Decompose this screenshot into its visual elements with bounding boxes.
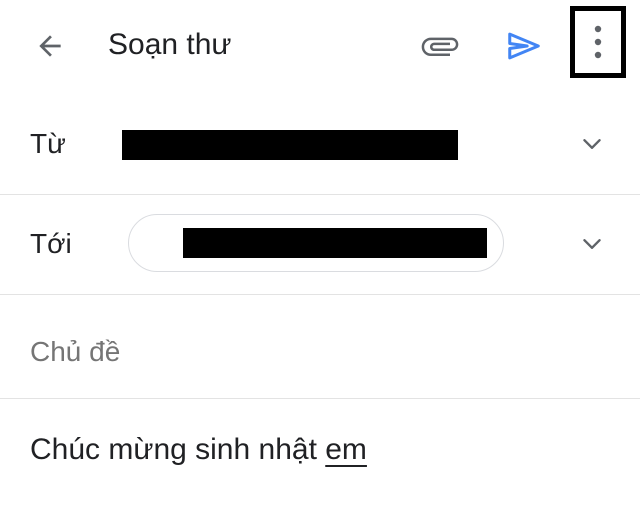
send-button[interactable]: [498, 22, 550, 70]
subject-input[interactable]: [30, 332, 590, 372]
send-icon: [508, 32, 540, 60]
app-bar: Soạn thư: [0, 0, 640, 92]
page-title: Soạn thư: [108, 28, 232, 61]
from-expand-button[interactable]: [576, 128, 608, 160]
more-vert-icon: [594, 25, 602, 59]
more-options-button[interactable]: [570, 6, 626, 78]
from-row: Từ: [0, 94, 640, 195]
chevron-down-icon: [583, 239, 601, 249]
from-label: Từ: [30, 128, 66, 159]
recipient-chip[interactable]: [128, 214, 504, 272]
to-label: Tới: [30, 228, 72, 259]
body-editor[interactable]: Chúc mừng sinh nhật em: [30, 430, 367, 470]
chevron-down-icon: [583, 139, 601, 149]
paperclip-icon: [421, 37, 459, 56]
recipient-address-redacted: [183, 228, 487, 258]
body-text-underlined: em: [325, 433, 367, 466]
subject-row: [0, 296, 640, 399]
from-address-redacted[interactable]: [122, 130, 458, 160]
to-expand-button[interactable]: [576, 228, 608, 260]
back-button[interactable]: [24, 22, 76, 70]
to-row: Tới: [0, 196, 640, 295]
attach-button[interactable]: [414, 22, 466, 70]
arrow-back-icon: [39, 35, 61, 57]
body-text-prefix: Chúc mừng sinh nhật: [30, 433, 326, 466]
